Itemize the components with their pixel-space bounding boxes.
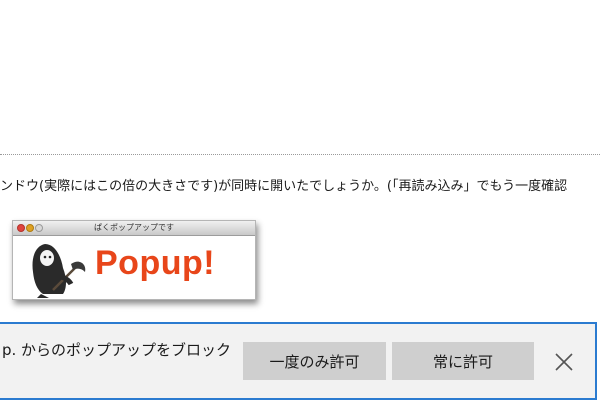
popup-logo-text: Popup! [95, 244, 216, 282]
close-icon [555, 353, 573, 371]
grim-reaper-mascot-icon [32, 244, 86, 298]
mock-popup-titlebar: ぱくポップアップです [13, 221, 255, 236]
popup-blocked-message: p. からのポップアップをブロック [2, 341, 232, 359]
close-notification-button[interactable] [548, 346, 580, 378]
popup-blocked-notification-bar: p. からのポップアップをブロック 一度のみ許可 常に許可 [0, 322, 597, 400]
allow-always-button[interactable]: 常に許可 [392, 342, 534, 380]
mock-popup-body: Popup! [13, 236, 255, 299]
dotted-divider [0, 154, 600, 155]
allow-once-button[interactable]: 一度のみ許可 [243, 342, 386, 380]
page-body-text: ンドウ(実際にはこの倍の大きさです)が同時に開いたでしょうか。(「再読み込み」で… [0, 179, 568, 194]
mock-popup-title: ぱくポップアップです [94, 223, 174, 232]
mock-popup-window: ぱくポップアップです Popup! [12, 220, 256, 300]
